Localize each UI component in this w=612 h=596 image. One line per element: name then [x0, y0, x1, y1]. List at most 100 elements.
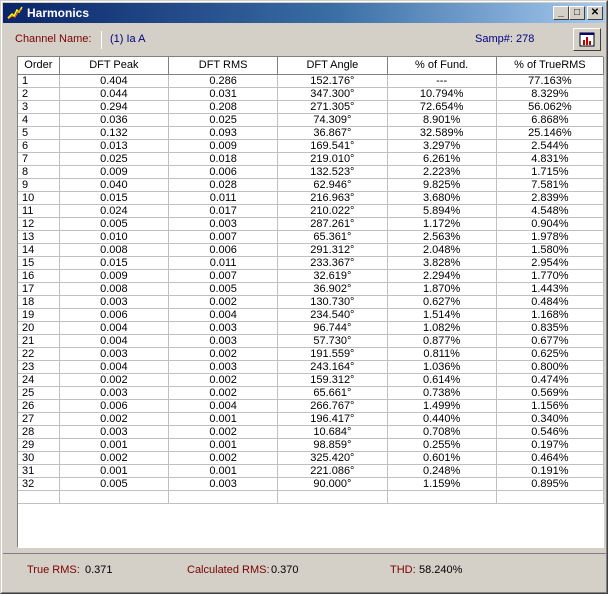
table-cell: 31	[18, 464, 60, 478]
table-cell: 17	[18, 282, 60, 296]
table-row[interactable]: 17 0.008 0.005 36.902° 1.870% 1.443%	[18, 282, 605, 296]
table-cell: 0.009	[59, 165, 169, 179]
table-row[interactable]: 20 0.004 0.003 96.744° 1.082% 0.835%	[18, 321, 605, 335]
table-cell: 0.002	[168, 295, 279, 309]
table-cell: 0.601%	[387, 451, 497, 465]
table-cell: 0.340%	[496, 412, 605, 426]
table-cell: 0.002	[168, 373, 279, 387]
table-cell: 0.677%	[496, 334, 605, 348]
table-row[interactable]: 14 0.008 0.006 291.312° 2.048% 1.580%	[18, 243, 605, 257]
table-row[interactable]: 12 0.005 0.003 287.261° 1.172% 0.904%	[18, 217, 605, 231]
table-cell: 0.002	[168, 425, 279, 439]
table-cell: 0.002	[168, 451, 279, 465]
table-cell: 8.329%	[496, 87, 605, 101]
table-cell: 72.654%	[387, 100, 497, 114]
table-cell: 210.022°	[277, 204, 388, 218]
maximize-button[interactable]: □	[569, 6, 585, 20]
table-row[interactable]: 24 0.002 0.002 159.312° 0.614% 0.474%	[18, 373, 605, 387]
table-cell: 13	[18, 230, 60, 244]
table-cell: 57.730°	[277, 334, 388, 348]
table-row[interactable]: 10 0.015 0.011 216.963° 3.680% 2.839%	[18, 191, 605, 205]
table-row[interactable]: 16 0.009 0.007 32.619° 2.294% 1.770%	[18, 269, 605, 283]
table-cell: 98.859°	[277, 438, 388, 452]
table-cell: 0.132	[59, 126, 169, 140]
table-cell: 0.040	[59, 178, 169, 192]
harmonics-table-panel[interactable]: Order DFT Peak DFT RMS DFT Angle% of Fund.%…	[17, 56, 605, 548]
column-header[interactable]: DFT Angle	[277, 57, 388, 75]
table-cell: 8.901%	[387, 113, 497, 127]
column-header[interactable]: DFT Peak	[59, 57, 169, 75]
table-row[interactable]: 31 0.001 0.001 221.086° 0.248% 0.191%	[18, 464, 605, 478]
table-row[interactable]: 13 0.010 0.007 65.361° 2.563% 1.978%	[18, 230, 605, 244]
calculated-rms-label: Calculated RMS:	[187, 564, 270, 576]
table-cell: 0.018	[168, 152, 279, 166]
table-body: 1 0.404 0.286 152.176° --- 77.163% 2 0.044 0.031…	[18, 74, 605, 504]
table-cell: 1.443%	[496, 282, 605, 296]
minimize-button[interactable]: _	[553, 6, 569, 20]
column-header[interactable]: % of Fund.	[387, 57, 497, 75]
empty-cell	[59, 490, 169, 504]
table-row[interactable]: 8 0.009 0.006 132.523° 2.223% 1.715%	[18, 165, 605, 179]
table-cell: 130.730°	[277, 295, 388, 309]
table-row[interactable]: 2 0.044 0.031 347.300° 10.794% 8.329%	[18, 87, 605, 101]
table-cell: 0.009	[59, 269, 169, 283]
table-cell: 221.086°	[277, 464, 388, 478]
table-cell: 0.006	[168, 243, 279, 257]
table-row[interactable]: 26 0.006 0.004 266.767° 1.499% 1.156%	[18, 399, 605, 413]
table-cell: 159.312°	[277, 373, 388, 387]
table-cell: 219.010°	[277, 152, 388, 166]
table-row[interactable]: 30 0.002 0.002 325.420° 0.601% 0.464%	[18, 451, 605, 465]
table-row[interactable]: 11 0.024 0.017 210.022° 5.894% 4.548%	[18, 204, 605, 218]
table-cell: 10	[18, 191, 60, 205]
table-row[interactable]: 25 0.003 0.002 65.661° 0.738% 0.569%	[18, 386, 605, 400]
table-cell: 15	[18, 256, 60, 270]
table-cell: 1	[18, 74, 60, 88]
table-cell: 0.569%	[496, 386, 605, 400]
table-cell: 21	[18, 334, 60, 348]
window-title: Harmonics	[27, 6, 90, 20]
table-cell: 0.036	[59, 113, 169, 127]
table-cell: 4.831%	[496, 152, 605, 166]
table-row[interactable]: 32 0.005 0.003 90.000° 1.159% 0.895%	[18, 477, 605, 491]
table-row[interactable]: 27 0.002 0.001 196.417° 0.440% 0.340%	[18, 412, 605, 426]
table-cell: 271.305°	[277, 100, 388, 114]
table-row[interactable]: 29 0.001 0.001 98.859° 0.255% 0.197%	[18, 438, 605, 452]
table-row[interactable]: 21 0.004 0.003 57.730° 0.877% 0.677%	[18, 334, 605, 348]
table-row[interactable]: 6 0.013 0.009 169.541° 3.297% 2.544%	[18, 139, 605, 153]
table-cell: 32.619°	[277, 269, 388, 283]
column-header[interactable]: % of TrueRMS	[496, 57, 605, 75]
table-row[interactable]: 15 0.015 0.011 233.367° 3.828% 2.954%	[18, 256, 605, 270]
table-row[interactable]: 7 0.025 0.018 219.010° 6.261% 4.831%	[18, 152, 605, 166]
table-row[interactable]: 28 0.003 0.002 10.684° 0.708% 0.546%	[18, 425, 605, 439]
thd-label: THD:	[390, 564, 416, 576]
table-cell: 0.191%	[496, 464, 605, 478]
table-cell: 56.062%	[496, 100, 605, 114]
table-row[interactable]: 18 0.003 0.002 130.730° 0.627% 0.484%	[18, 295, 605, 309]
table-cell: 0.015	[59, 256, 169, 270]
table-row[interactable]: 9 0.040 0.028 62.946° 9.825% 7.581%	[18, 178, 605, 192]
title-bar[interactable]: Harmonics _ □ ✕	[3, 3, 605, 23]
table-cell: 9.825%	[387, 178, 497, 192]
table-row[interactable]: 23 0.004 0.003 243.164° 1.036% 0.800%	[18, 360, 605, 374]
table-row[interactable]: 1 0.404 0.286 152.176° --- 77.163%	[18, 74, 605, 88]
table-cell: 0.474%	[496, 373, 605, 387]
column-header[interactable]: DFT RMS	[168, 57, 279, 75]
table-row[interactable]: 5 0.132 0.093 36.867° 32.589% 25.146%	[18, 126, 605, 140]
table-cell: 5	[18, 126, 60, 140]
table-row[interactable]: 4 0.036 0.025 74.309° 8.901% 6.868%	[18, 113, 605, 127]
chart-view-button[interactable]	[573, 28, 601, 51]
true-rms-value: 0.371	[85, 564, 113, 576]
table-cell: 0.004	[168, 399, 279, 413]
table-cell: 62.946°	[277, 178, 388, 192]
table-cell: 36.902°	[277, 282, 388, 296]
table-row[interactable]: 19 0.006 0.004 234.540° 1.514% 1.168%	[18, 308, 605, 322]
table-cell: 1.514%	[387, 308, 497, 322]
table-row[interactable]: 22 0.003 0.002 191.559° 0.811% 0.625%	[18, 347, 605, 361]
harmonics-window: Harmonics _ □ ✕ Channel Name: (1) Ia A S…	[0, 0, 608, 594]
table-cell: 0.005	[168, 282, 279, 296]
table-row[interactable]: 3 0.294 0.208 271.305° 72.654% 56.062%	[18, 100, 605, 114]
column-header[interactable]: Order	[18, 57, 60, 75]
table-cell: 0.004	[59, 334, 169, 348]
table-cell: 32	[18, 477, 60, 491]
close-button[interactable]: ✕	[587, 6, 603, 20]
